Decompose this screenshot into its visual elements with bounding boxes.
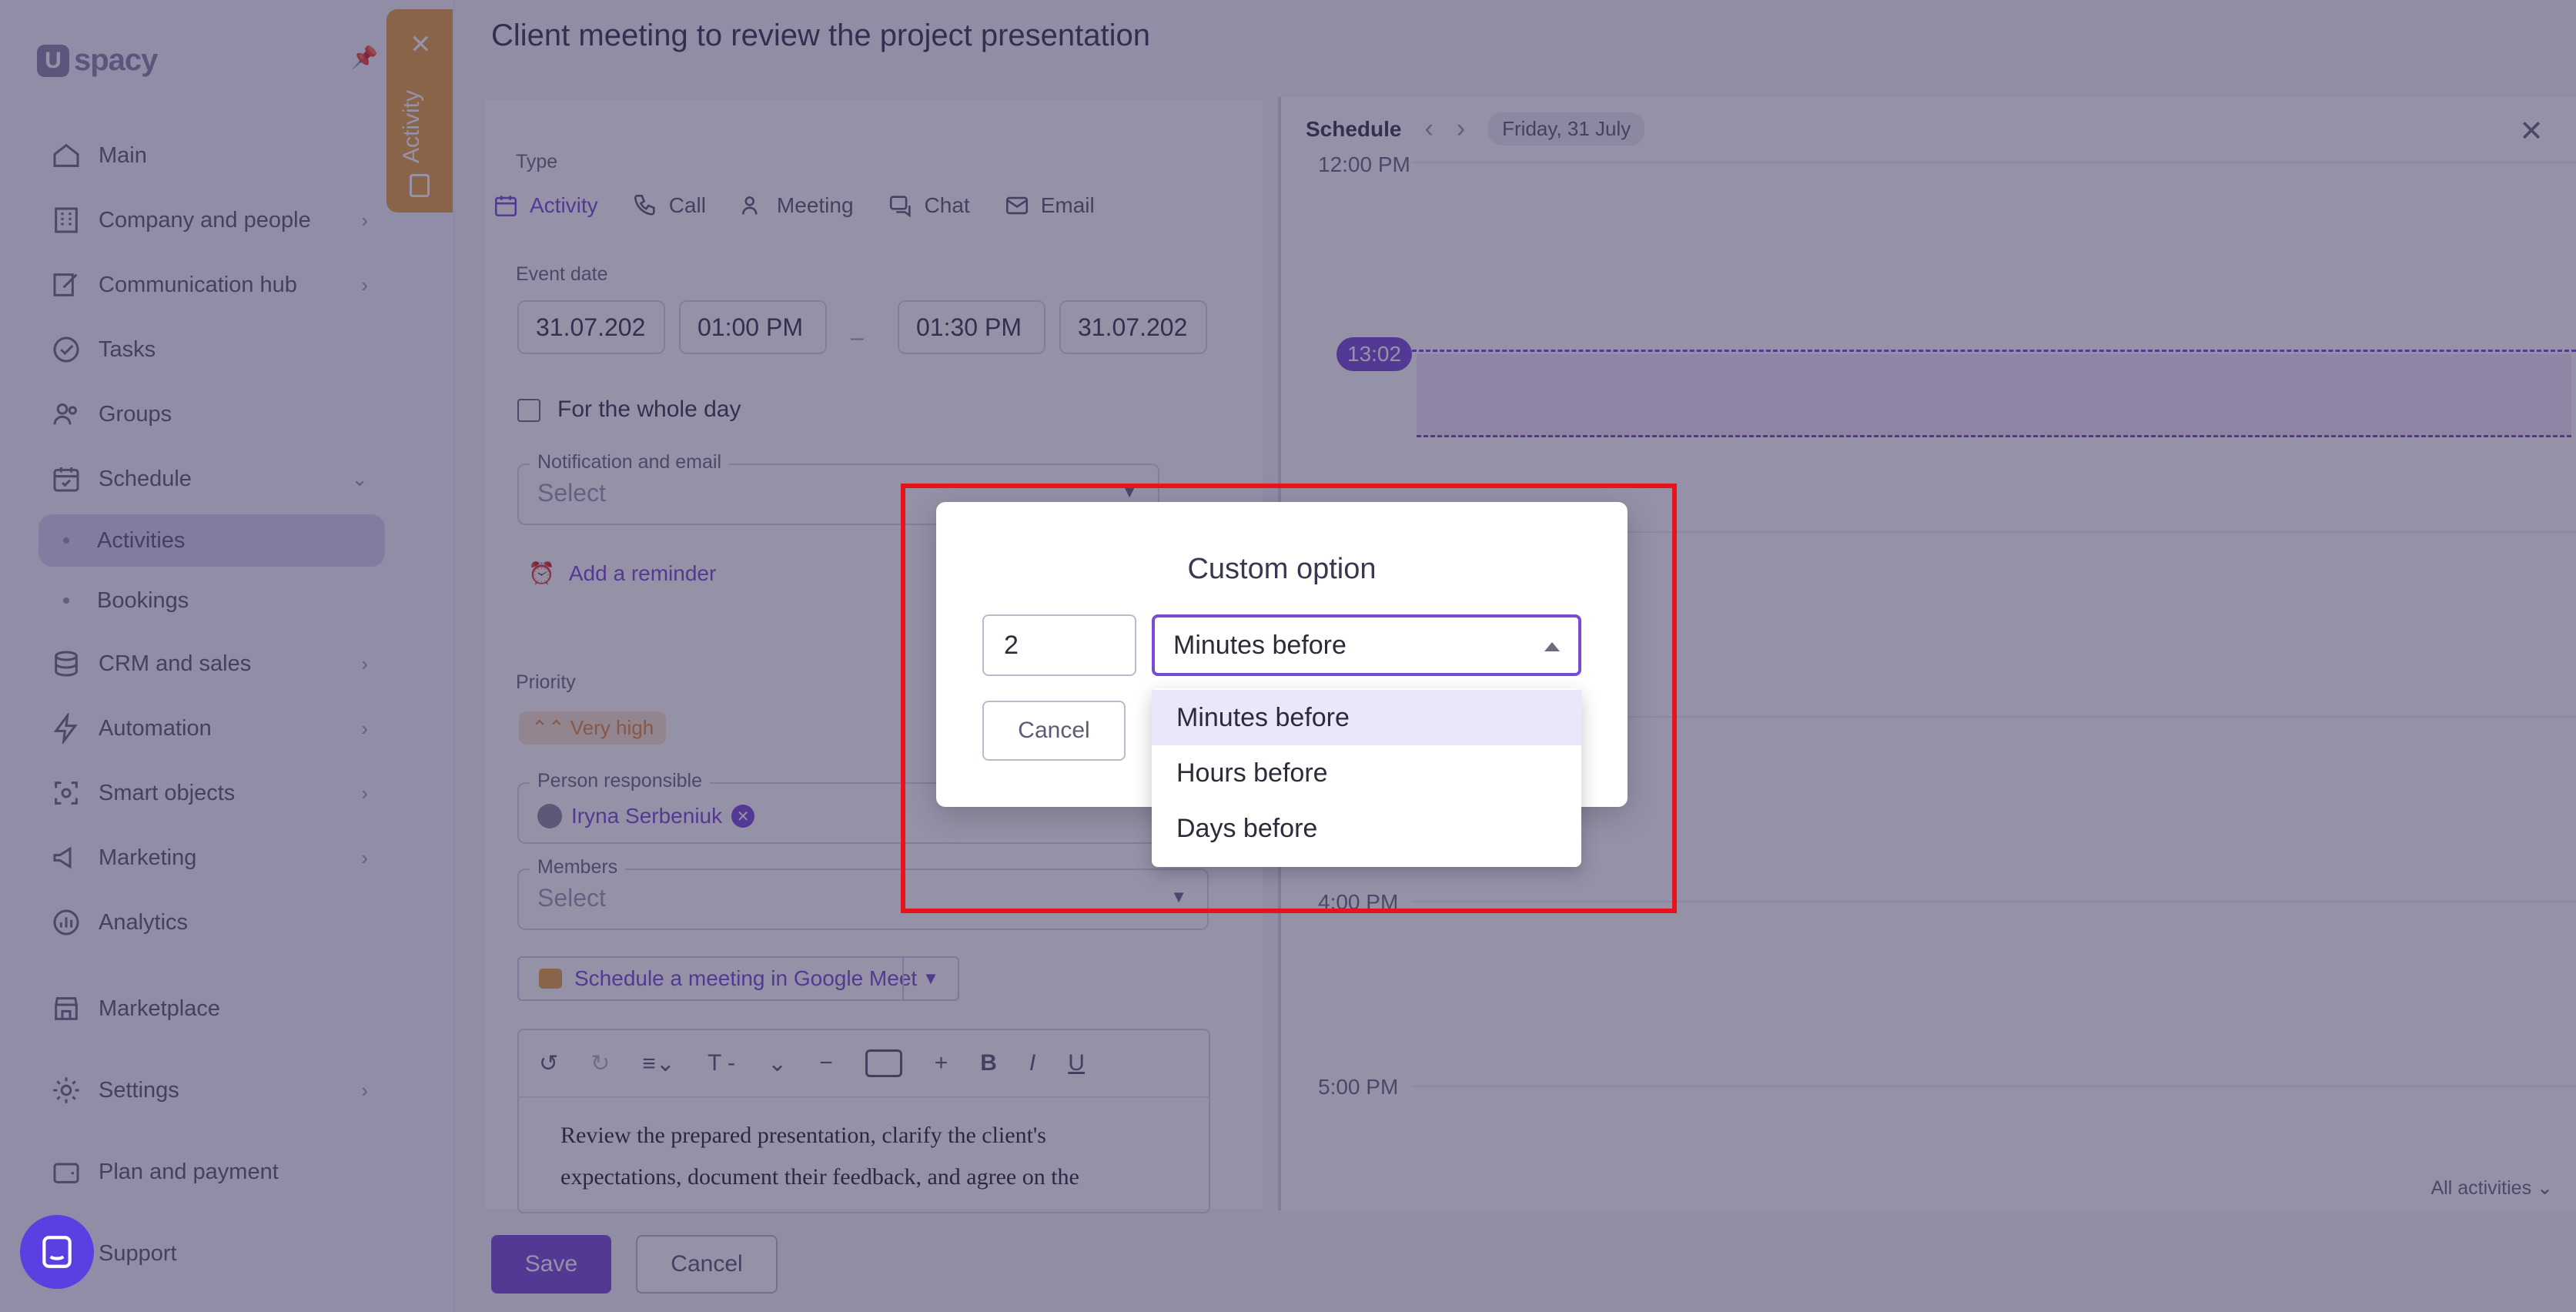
chat-icon [42,1236,72,1268]
chat-support-button[interactable] [20,1215,94,1289]
highlight-box [901,484,1677,913]
